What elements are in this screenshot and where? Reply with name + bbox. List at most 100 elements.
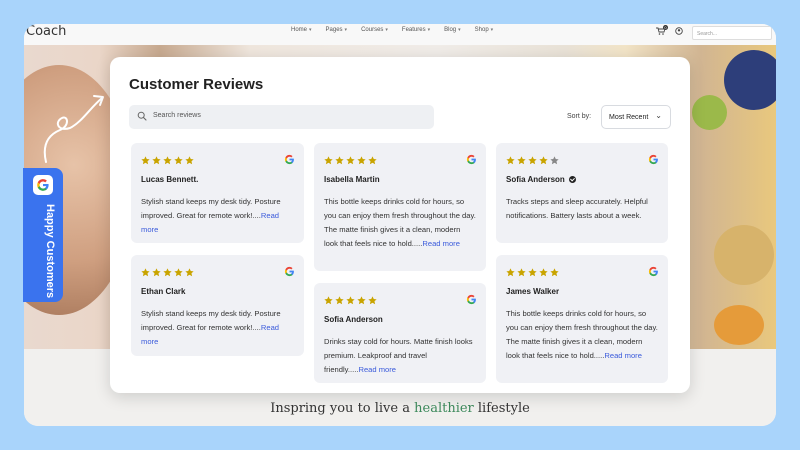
reviewer-name-text: Sofia Anderson bbox=[506, 175, 565, 184]
reviewer-name-text: Ethan Clark bbox=[141, 287, 186, 296]
review-text: Stylish stand keeps my desk tidy. Postur… bbox=[141, 307, 294, 349]
search-placeholder: Search reviews bbox=[153, 112, 201, 119]
user-icon[interactable] bbox=[675, 27, 683, 37]
star-rating bbox=[506, 152, 559, 170]
star-icon bbox=[506, 264, 515, 282]
main-nav: Home ▾ Pages ▾ Courses ▾ Features ▾ Blog ▾ Sh… bbox=[291, 27, 507, 33]
review-card[interactable]: Sofia Anderson Drinks stay cold for hours… bbox=[314, 283, 486, 383]
star-icon bbox=[357, 152, 366, 170]
review-card[interactable]: Ethan Clark Stylish stand keeps my desk t… bbox=[131, 255, 304, 356]
nav-item-pages[interactable]: Pages ▾ bbox=[326, 27, 348, 33]
star-icon bbox=[346, 292, 355, 310]
star-icon bbox=[163, 264, 172, 282]
google-icon bbox=[466, 292, 477, 310]
happy-customers-badge[interactable]: Happy Customers bbox=[23, 168, 63, 302]
sort-dropdown[interactable]: Most Recent ⌄ bbox=[601, 105, 671, 129]
chevron-down-icon: ▾ bbox=[427, 27, 431, 33]
review-card[interactable]: Isabella Martin This bottle keeps drinks … bbox=[314, 143, 486, 271]
star-icon bbox=[368, 292, 377, 310]
star-rating bbox=[141, 264, 194, 282]
review-card[interactable]: James Walker This bottle keeps drinks col… bbox=[496, 255, 668, 383]
site-header: Coach Home ▾ Pages ▾ Courses ▾ Features ▾ Bl… bbox=[24, 24, 776, 46]
star-icon bbox=[357, 292, 366, 310]
review-text: This bottle keeps drinks cold for hours,… bbox=[324, 195, 476, 251]
nav-item-shop[interactable]: Shop ▾ bbox=[475, 27, 494, 33]
review-text: This bottle keeps drinks cold for hours,… bbox=[506, 307, 658, 363]
review-body: Drinks stay cold for hours. Matte finish… bbox=[324, 337, 473, 374]
nav-label: Courses bbox=[361, 27, 384, 33]
badge-label: Happy Customers bbox=[44, 204, 56, 299]
nav-label: Home bbox=[291, 27, 308, 33]
star-icon bbox=[174, 264, 183, 282]
google-icon bbox=[284, 264, 295, 282]
google-icon bbox=[466, 152, 477, 170]
review-text: Tracks steps and sleep accurately. Helpf… bbox=[506, 195, 658, 223]
star-icon bbox=[517, 152, 526, 170]
star-icon bbox=[506, 152, 515, 170]
reviewer-name: Sofia Anderson bbox=[324, 315, 383, 324]
tagline: Inspring you to live a healthier lifesty… bbox=[24, 401, 776, 416]
reviewer-name-text: Isabella Martin bbox=[324, 175, 380, 184]
star-icon bbox=[539, 264, 548, 282]
search-icon bbox=[137, 111, 147, 121]
reviews-modal: Customer Reviews Search reviews Sort by:… bbox=[110, 57, 690, 393]
star-rating bbox=[141, 152, 194, 170]
nav-label: Pages bbox=[325, 27, 343, 33]
star-icon bbox=[152, 264, 161, 282]
nav-item-blog[interactable]: Blog ▾ bbox=[444, 27, 461, 33]
star-icon bbox=[346, 152, 355, 170]
chevron-down-icon: ▾ bbox=[344, 27, 348, 33]
google-icon bbox=[284, 152, 295, 170]
modal-title: Customer Reviews bbox=[129, 76, 264, 93]
nav-label: Blog bbox=[444, 27, 457, 33]
star-icon bbox=[174, 152, 183, 170]
chevron-down-icon: ▾ bbox=[385, 27, 388, 33]
review-card[interactable]: Sofia Anderson Tracks steps and sleep acc… bbox=[496, 143, 668, 243]
blueberry-bowl-image bbox=[724, 50, 776, 110]
nav-item-home[interactable]: Home ▾ bbox=[291, 27, 312, 33]
star-icon bbox=[185, 264, 194, 282]
star-rating bbox=[324, 152, 377, 170]
nav-label: Features bbox=[401, 27, 426, 33]
review-card[interactable]: Lucas Bennett. Stylish stand keeps my des… bbox=[131, 143, 304, 243]
chevron-down-icon: ⌄ bbox=[655, 111, 662, 120]
reviewer-name: Lucas Bennett. bbox=[141, 175, 198, 184]
review-text: Drinks stay cold for hours. Matte finish… bbox=[324, 335, 476, 377]
read-more-link[interactable]: Read more bbox=[422, 239, 460, 248]
read-more-link[interactable]: Read more bbox=[604, 351, 642, 360]
review-body: Tracks steps and sleep accurately. Helpf… bbox=[506, 197, 648, 220]
star-icon bbox=[163, 152, 172, 170]
verified-icon bbox=[568, 176, 576, 183]
chevron-down-icon: ▾ bbox=[458, 27, 461, 33]
star-rating bbox=[506, 264, 559, 282]
star-icon bbox=[335, 152, 344, 170]
nav-item-features[interactable]: Features ▾ bbox=[402, 27, 430, 33]
star-icon bbox=[324, 152, 333, 170]
star-icon bbox=[185, 152, 194, 170]
nav-label: Shop bbox=[474, 27, 489, 33]
cart-count-badge: 0 bbox=[663, 25, 668, 30]
tagline-suffix: lifestyle bbox=[473, 401, 530, 416]
google-icon bbox=[648, 152, 659, 170]
sort-label: Sort by: bbox=[567, 113, 592, 120]
orange-slice-image bbox=[714, 305, 764, 345]
review-search-input[interactable]: Search reviews bbox=[129, 105, 434, 129]
reviewer-name-text: Lucas Bennett. bbox=[141, 175, 199, 184]
star-icon bbox=[324, 292, 333, 310]
review-body: Stylish stand keeps my desk tidy. Postur… bbox=[141, 197, 281, 220]
star-icon bbox=[141, 152, 150, 170]
star-icon bbox=[528, 152, 537, 170]
star-icon bbox=[517, 264, 526, 282]
star-icon bbox=[550, 152, 559, 170]
curved-arrow-icon bbox=[43, 95, 104, 163]
site-search-input[interactable]: Search... bbox=[692, 26, 772, 40]
star-icon bbox=[141, 264, 150, 282]
google-icon bbox=[33, 175, 53, 195]
nav-item-courses[interactable]: Courses ▾ bbox=[361, 27, 388, 33]
review-body: Stylish stand keeps my desk tidy. Postur… bbox=[141, 309, 281, 332]
reviewer-name: James Walker bbox=[506, 287, 559, 296]
reviewer-name-text: Sofia Anderson bbox=[324, 315, 383, 324]
star-icon bbox=[368, 152, 377, 170]
site-logo[interactable]: Coach bbox=[26, 24, 66, 39]
read-more-link[interactable]: Read more bbox=[358, 365, 396, 374]
